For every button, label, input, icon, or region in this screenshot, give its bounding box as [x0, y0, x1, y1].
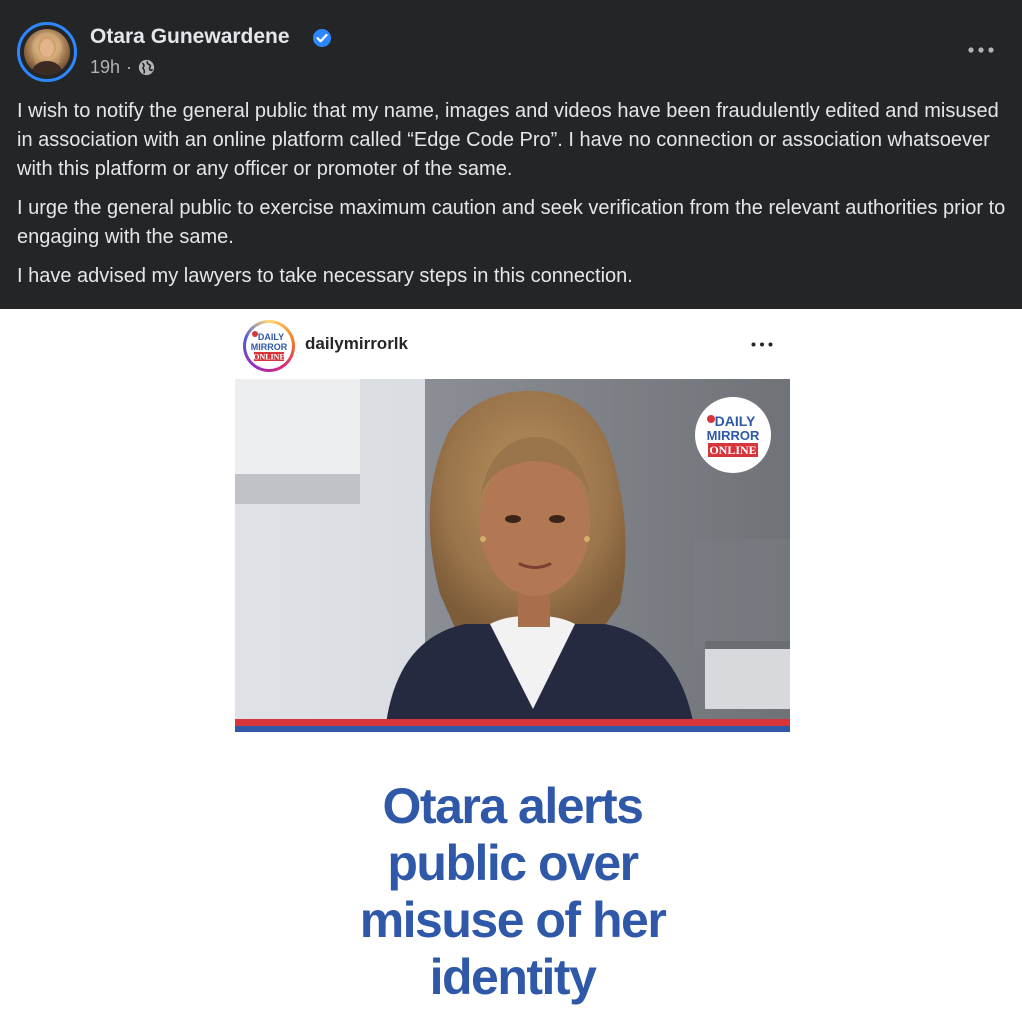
post-options-button[interactable] [964, 38, 998, 62]
facebook-post: Otara Gunewardene 19h · I wish to notify… [0, 0, 1022, 309]
more-horizontal-icon [751, 342, 773, 346]
logo-line2: MIRROR [707, 428, 760, 443]
ig-username[interactable]: dailymirrorlk [305, 334, 408, 354]
logo-line1: DAILY [715, 413, 756, 429]
headline-line: public over [387, 835, 639, 891]
more-horizontal-icon [968, 47, 994, 53]
post-paragraph: I urge the general public to exercise ma… [17, 197, 1006, 248]
logo-small-line3: ONLINE [253, 353, 285, 362]
headline-line: misuse of her [359, 892, 667, 948]
meta-separator: · [126, 57, 133, 77]
ig-avatar[interactable]: DAILY MIRROR ONLINE [243, 320, 295, 372]
post-paragraph: I wish to notify the general public that… [17, 100, 999, 180]
ig-options-button[interactable] [748, 336, 776, 352]
logo-small-line2: MIRROR [251, 342, 288, 352]
dailymirror-logo-badge: DAILY MIRROR ONLINE [695, 397, 771, 473]
headline-line: identity [429, 949, 597, 1005]
author-avatar[interactable] [17, 22, 77, 82]
post-paragraph: I have advised my lawyers to take necess… [17, 265, 633, 287]
post-timestamp[interactable]: 19h [90, 57, 120, 78]
logo-small-line1: DAILY [258, 332, 284, 342]
author-name[interactable]: Otara Gunewardene [90, 25, 290, 49]
post-body: I wish to notify the general public that… [17, 97, 1017, 301]
logo-line3: ONLINE [709, 443, 756, 457]
headline-line: Otara alerts [382, 778, 644, 834]
globe-icon [138, 59, 155, 76]
post-meta: 19h · [90, 57, 155, 78]
verified-badge-icon [313, 29, 331, 47]
news-headline: Otara alerts public over misuse of her i… [235, 778, 790, 1006]
dailymirror-logo-small: DAILY MIRROR ONLINE [246, 323, 292, 369]
author-photo [24, 29, 70, 75]
